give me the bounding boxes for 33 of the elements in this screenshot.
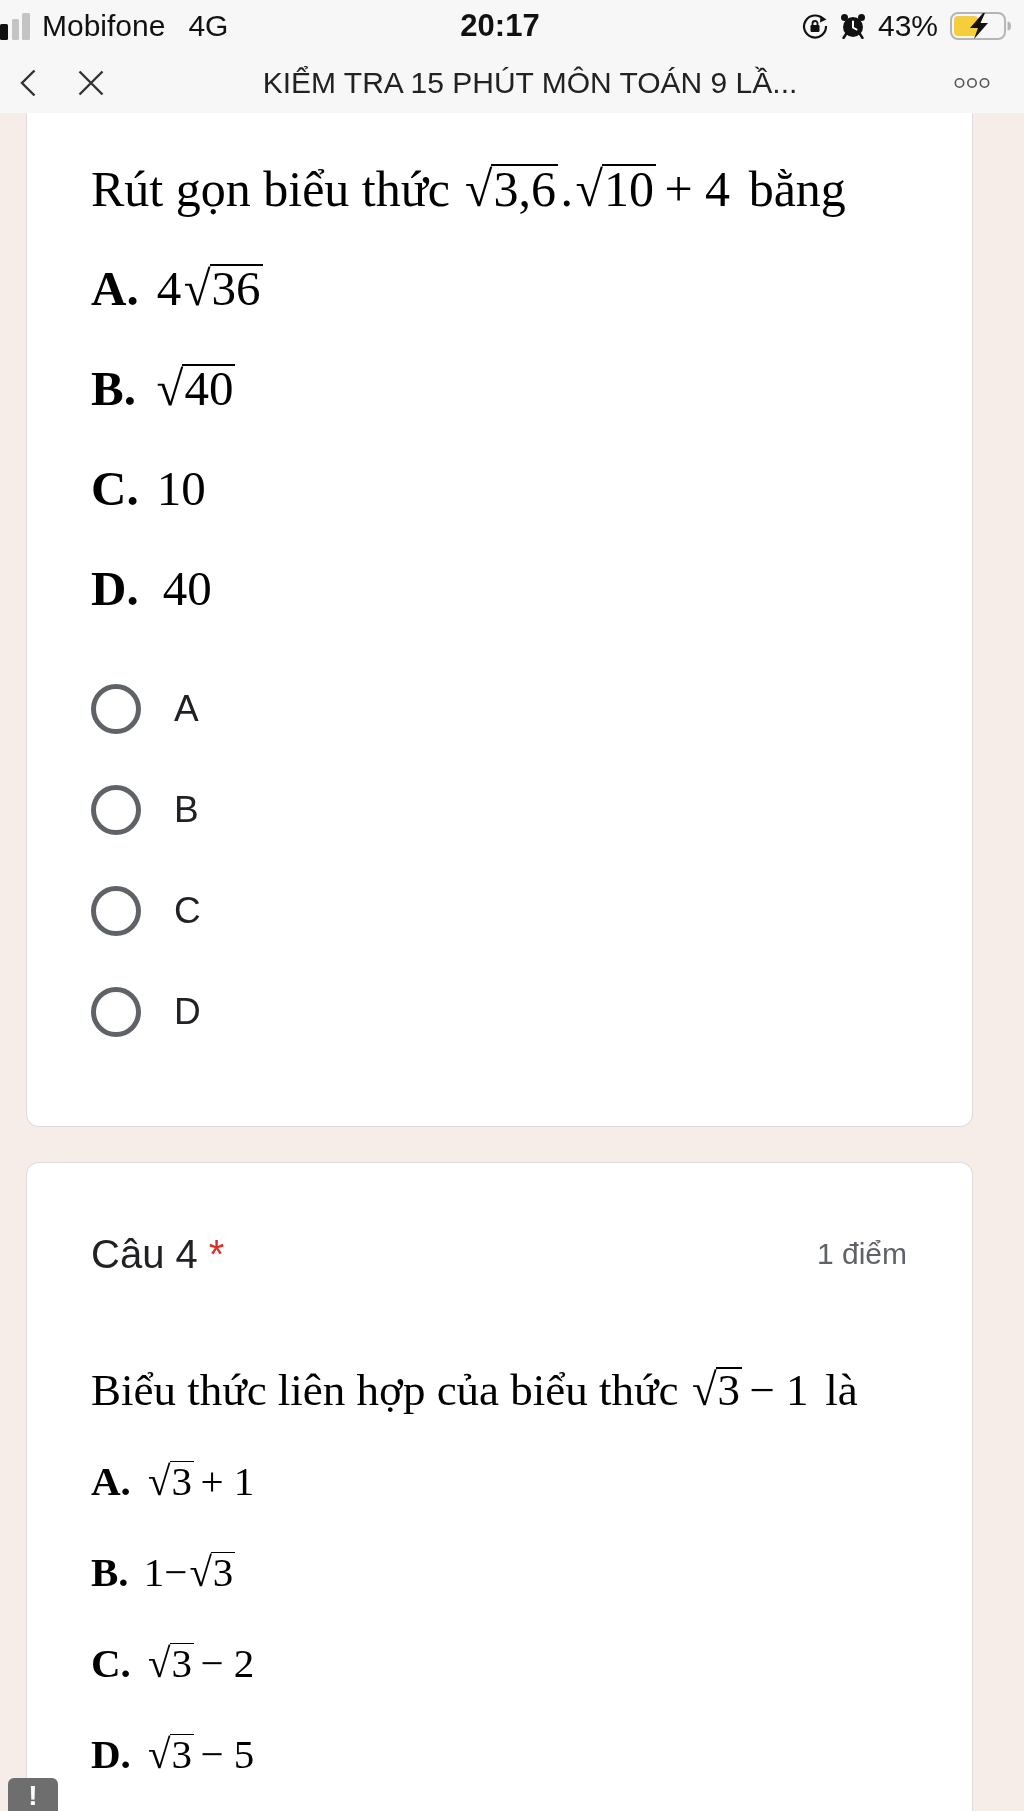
answer-choice: B. 1−√3 <box>91 1548 236 1597</box>
answer-choice: C. 10 <box>91 460 207 518</box>
battery-percentage: 43% <box>877 9 938 43</box>
radio-option[interactable]: A <box>91 684 908 734</box>
report-button[interactable]: ! <box>8 1778 58 1811</box>
signal-icon <box>0 12 30 40</box>
more-icon[interactable] <box>954 76 990 89</box>
answer-choice: D. √3 − 5 <box>91 1730 256 1779</box>
radio-icon[interactable] <box>91 886 141 936</box>
radio-option[interactable]: D <box>91 987 908 1037</box>
page-title: KIỂM TRA 15 PHÚT MÔN TOÁN 9 LẦ... <box>261 65 798 100</box>
orientation-lock-icon <box>801 13 828 39</box>
points-label: 1 điểm <box>816 1237 908 1271</box>
status-time: 20:17 <box>460 8 541 44</box>
carrier-name: Mobifone <box>42 9 166 43</box>
answer-choice: A. 4√36 <box>91 260 264 318</box>
alarm-clock-icon <box>839 13 866 39</box>
radio-option[interactable]: C <box>91 886 908 936</box>
network-type: 4G <box>188 9 229 43</box>
answer-choice: B. √40 <box>91 360 237 418</box>
answer-choice: A. √3 + 1 <box>91 1457 256 1506</box>
question-text: Biểu thức liên hợp của biểu thức √3 − 1 là <box>91 1364 859 1417</box>
back-icon[interactable] <box>20 68 36 97</box>
radio-icon[interactable] <box>91 987 141 1037</box>
close-icon[interactable] <box>78 69 104 96</box>
radio-option[interactable]: B <box>91 785 908 835</box>
radio-icon[interactable] <box>91 785 141 835</box>
battery-charging-icon <box>950 11 1012 41</box>
answer-choice: C. √3 − 2 <box>91 1639 256 1688</box>
question-text: Rút gọn biểu thức √3,6.√10 + 4 bằng <box>91 160 847 219</box>
question-title: Câu 4 * <box>91 1231 225 1277</box>
radio-icon[interactable] <box>91 684 141 734</box>
answer-choice: D. 40 <box>91 560 213 618</box>
